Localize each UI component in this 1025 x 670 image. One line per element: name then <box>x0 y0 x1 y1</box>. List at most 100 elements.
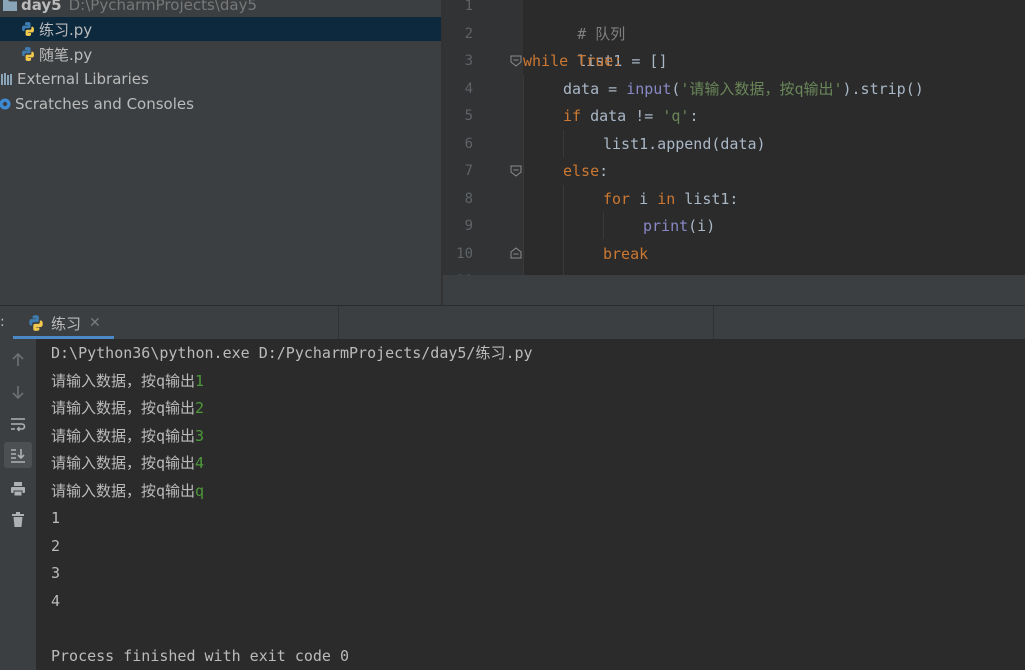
console-prompt: 请输入数据，按q输出 <box>51 454 196 472</box>
code-text: list1: <box>675 189 739 208</box>
code-keyword: while <box>523 52 569 70</box>
line-number: 6 <box>464 135 473 152</box>
fold-collapse-icon[interactable] <box>510 55 522 67</box>
console-prompt-line: 请输入数据，按q输出4 <box>51 450 204 478</box>
fold-collapse-icon[interactable] <box>510 165 522 177</box>
tree-root-name: day5 <box>21 0 62 14</box>
code-builtin: print <box>643 217 689 235</box>
arrow-up-icon[interactable] <box>4 347 32 373</box>
code-line-5: if data != 'q': <box>563 103 698 131</box>
code-keyword: for <box>603 189 631 208</box>
editor-gutter: 1 2 3 4 5 6 7 8 9 10 11 <box>443 0 523 289</box>
console-prompt-line: 请输入数据，按q输出q <box>51 478 204 506</box>
code-text: data = <box>563 79 627 98</box>
code-keyword: True <box>577 52 614 70</box>
code-builtin: input <box>626 79 672 98</box>
console-prompt-line: 请输入数据，按q输出2 <box>51 395 204 423</box>
folder-icon <box>2 0 18 13</box>
line-number: 4 <box>464 80 473 97</box>
code-line-3: while True: <box>523 48 622 76</box>
console-user-input: q <box>195 481 205 500</box>
code-line-4: data = input('请输入数据，按q输出').strip() <box>563 76 924 104</box>
console-user-input: 2 <box>195 399 205 417</box>
code-string: '请输入数据，按q输出' <box>680 79 843 98</box>
run-tool-header: : 练习 ✕ <box>0 305 1025 340</box>
console-output-line: 3 <box>51 564 61 582</box>
console-user-input: 4 <box>195 454 205 472</box>
code-line-7: else: <box>563 158 608 186</box>
scratches-icon <box>0 96 12 112</box>
tree-item-label: Scratches and Consoles <box>15 95 194 113</box>
header-divider <box>338 306 339 340</box>
tree-root-path: D:\PycharmProjects\day5 <box>68 0 257 14</box>
console-user-input: 1 <box>195 371 205 390</box>
code-text: (i) <box>688 217 716 235</box>
scroll-to-end-icon[interactable] <box>4 442 32 468</box>
editor-bottom-strip <box>443 275 1025 305</box>
line-number: 3 <box>464 53 473 69</box>
console-prompt: 请输入数据，按q输出 <box>51 426 196 445</box>
tab-label: 练习 <box>51 314 82 333</box>
tree-item-external-libraries[interactable]: External Libraries <box>0 67 441 91</box>
tree-item-file-1[interactable]: 练习.py <box>0 17 441 41</box>
code-line-8: for i in list1: <box>603 186 738 214</box>
project-tree-panel: day5 D:\PycharmProjects\day5 练习.py 随笔.py <box>0 0 441 305</box>
code-keyword: if <box>563 107 582 125</box>
line-number: 7 <box>464 163 473 179</box>
line-number: 5 <box>464 108 473 124</box>
code-text: i <box>630 189 658 208</box>
trash-icon[interactable] <box>4 507 32 533</box>
python-file-icon <box>20 21 36 37</box>
fold-end-icon[interactable] <box>510 247 522 259</box>
tree-item-file-2[interactable]: 随笔.py <box>0 42 441 66</box>
code-line-9: print(i) <box>643 213 715 241</box>
print-icon[interactable] <box>4 476 32 502</box>
tree-file-name: 随笔.py <box>39 45 93 64</box>
run-toolbar <box>0 339 36 670</box>
header-divider <box>713 306 714 340</box>
console-prompt: 请输入数据，按q输出 <box>51 481 196 500</box>
console-output[interactable]: D:\Python36\python.exe D:/PycharmProject… <box>36 339 1025 670</box>
close-icon[interactable]: ✕ <box>89 315 101 331</box>
console-output-line: 1 <box>51 509 61 527</box>
code-area[interactable]: # 队列 list1 = [] while True: data = input… <box>523 0 1025 275</box>
code-keyword: else <box>563 162 600 180</box>
code-text: list1.append(data) <box>603 134 766 153</box>
line-number: 1 <box>464 0 473 14</box>
line-number: 9 <box>464 218 473 234</box>
tree-item-scratches[interactable]: Scratches and Consoles <box>0 92 441 116</box>
tab-run-config[interactable]: 练习 ✕ <box>13 306 114 340</box>
code-line-1: # 队列 <box>523 0 625 43</box>
code-keyword: in <box>657 189 676 208</box>
run-panel-prefix: : <box>0 314 5 330</box>
indent-guide <box>603 212 604 239</box>
line-number: 2 <box>464 25 473 42</box>
console-output-line: 2 <box>51 536 61 555</box>
code-text: : <box>613 52 623 70</box>
code-text: data != <box>581 107 663 125</box>
tree-file-name: 练习.py <box>39 20 93 39</box>
console-command: D:\Python36\python.exe D:/PycharmProject… <box>51 344 533 362</box>
console-prompt: 请输入数据，按q输出 <box>51 371 196 390</box>
tree-item-label: External Libraries <box>17 70 149 88</box>
console-prompt-line: 请输入数据，按q输出3 <box>51 423 204 451</box>
console-output-line: 4 <box>51 591 61 610</box>
tree-item-root[interactable]: day5 D:\PycharmProjects\day5 <box>0 0 441 17</box>
code-editor[interactable]: 1 2 3 4 5 6 7 8 9 10 11 # 队列 list1 = [] … <box>443 0 1025 305</box>
console-prompt: 请输入数据，按q输出 <box>51 399 196 417</box>
code-line-6: list1.append(data) <box>603 131 766 159</box>
code-text: : <box>689 107 699 125</box>
library-icon <box>0 71 14 87</box>
code-line-10: break <box>603 241 648 269</box>
code-keyword: break <box>603 244 649 263</box>
arrow-down-icon[interactable] <box>4 379 32 405</box>
line-number: 10 <box>456 245 473 262</box>
code-text: : <box>599 162 609 180</box>
code-text: ).strip() <box>842 79 924 98</box>
indent-guide <box>563 130 564 157</box>
console-exit-message: Process finished with exit code 0 <box>51 646 350 665</box>
soft-wrap-icon[interactable] <box>4 411 32 437</box>
line-number: 8 <box>464 190 473 207</box>
python-file-icon <box>20 46 36 62</box>
python-icon <box>27 314 45 332</box>
